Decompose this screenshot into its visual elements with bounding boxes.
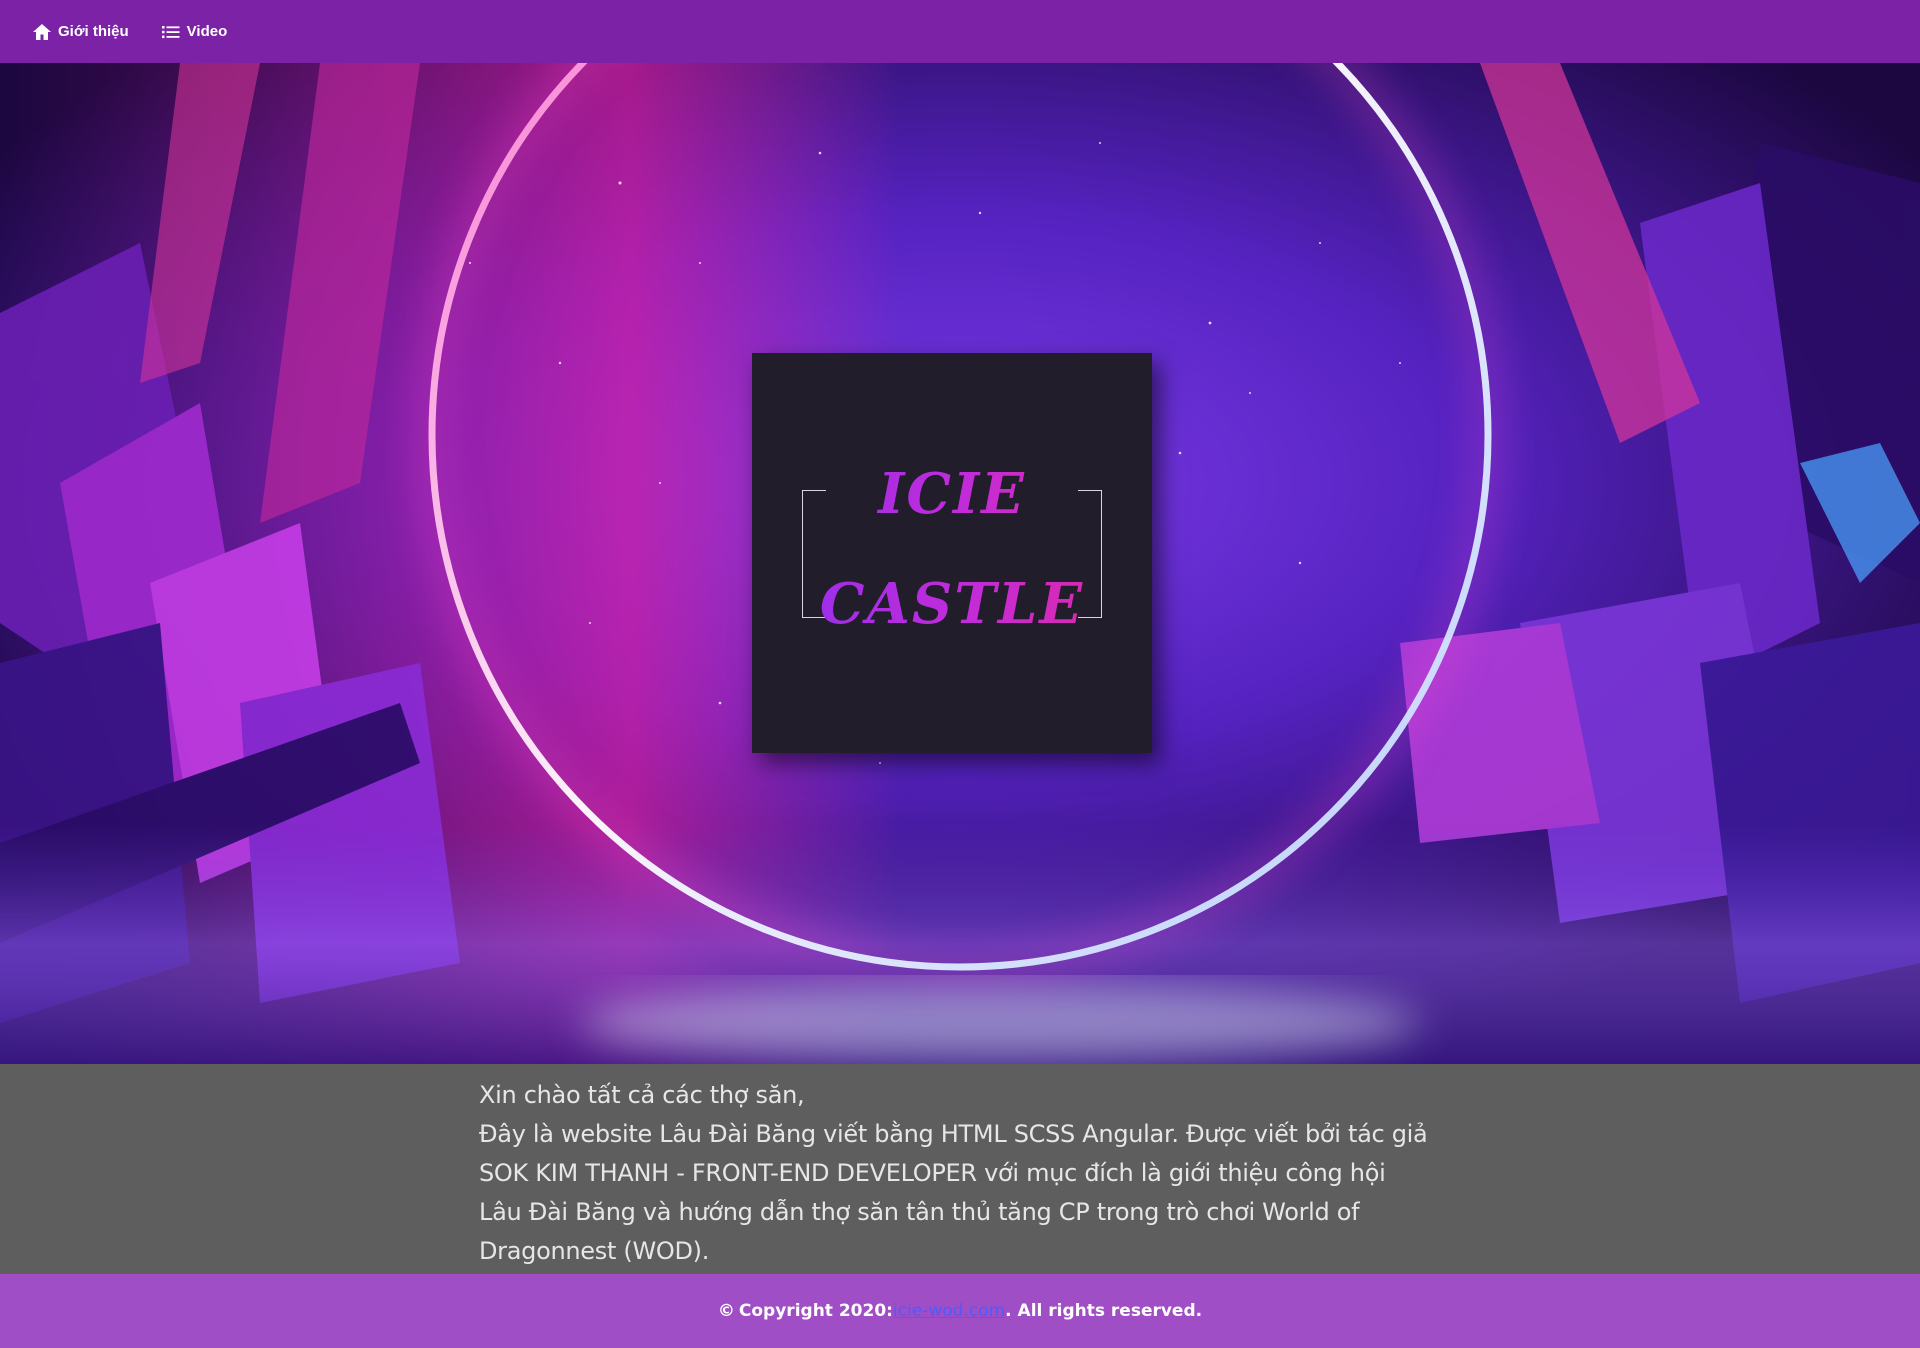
home-icon	[33, 23, 51, 40]
logo-text-line-1: ICIE	[752, 461, 1152, 527]
nav-item-label: Video	[186, 23, 228, 40]
footer-site-link[interactable]: icie-wod.com	[893, 1301, 1005, 1321]
footer: © Copyright 2020: icie-wod.com . All rig…	[0, 1274, 1920, 1348]
intro-greeting: Xin chào tất cả các thợ săn,	[479, 1081, 805, 1109]
list-icon	[161, 25, 180, 38]
copyright-suffix: . All rights reserved.	[1005, 1301, 1203, 1321]
hero-banner: ICIE CASTLE	[0, 63, 1920, 1064]
intro-body: Đây là website Lâu Đài Băng viết bằng HT…	[479, 1120, 1428, 1265]
nav-item-gioi-thieu[interactable]: Giới thiệu	[32, 23, 129, 41]
intro-text: Xin chào tất cả các thợ săn, Đây là webs…	[479, 1076, 1429, 1271]
logo-text-line-2: CASTLE	[752, 571, 1152, 637]
intro-section: Xin chào tất cả các thợ săn, Đây là webs…	[0, 1064, 1920, 1274]
nav-item-label: Giới thiệu	[58, 23, 129, 40]
nav-item-video[interactable]: Video	[161, 23, 228, 40]
copyright-prefix: Copyright 2020:	[738, 1301, 893, 1321]
logo-card: ICIE CASTLE	[752, 353, 1152, 753]
top-navbar: Giới thiệu Video	[0, 0, 1920, 63]
copyright-icon: ©	[717, 1301, 735, 1321]
